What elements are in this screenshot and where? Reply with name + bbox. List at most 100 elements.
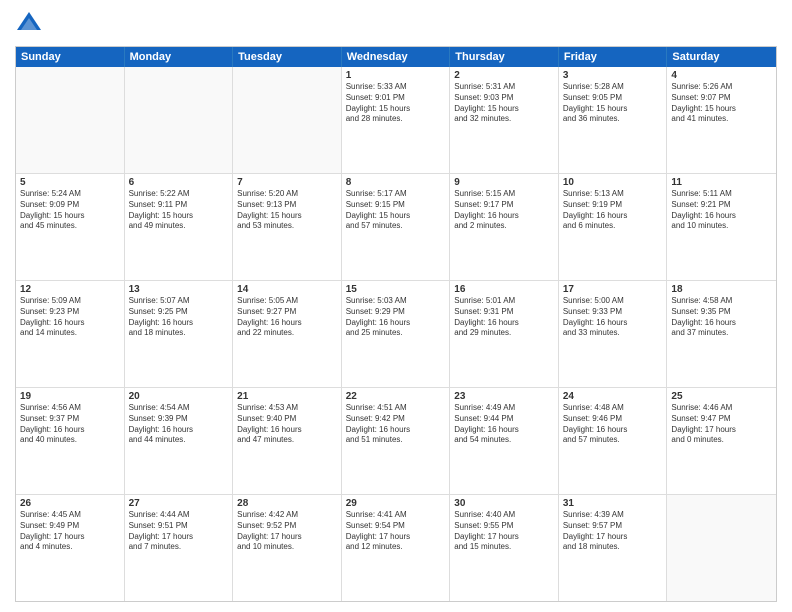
calendar-cell: 9Sunrise: 5:15 AM Sunset: 9:17 PM Daylig… [450, 174, 559, 280]
calendar-row: 5Sunrise: 5:24 AM Sunset: 9:09 PM Daylig… [16, 173, 776, 280]
calendar-cell: 14Sunrise: 5:05 AM Sunset: 9:27 PM Dayli… [233, 281, 342, 387]
calendar-cell: 16Sunrise: 5:01 AM Sunset: 9:31 PM Dayli… [450, 281, 559, 387]
calendar-cell: 21Sunrise: 4:53 AM Sunset: 9:40 PM Dayli… [233, 388, 342, 494]
calendar-cell: 25Sunrise: 4:46 AM Sunset: 9:47 PM Dayli… [667, 388, 776, 494]
calendar-cell: 7Sunrise: 5:20 AM Sunset: 9:13 PM Daylig… [233, 174, 342, 280]
day-number: 11 [671, 177, 772, 188]
calendar-cell: 31Sunrise: 4:39 AM Sunset: 9:57 PM Dayli… [559, 495, 668, 601]
cell-text: Sunrise: 5:00 AM Sunset: 9:33 PM Dayligh… [563, 296, 663, 339]
calendar-cell: 24Sunrise: 4:48 AM Sunset: 9:46 PM Dayli… [559, 388, 668, 494]
cell-text: Sunrise: 4:51 AM Sunset: 9:42 PM Dayligh… [346, 403, 446, 446]
calendar-cell: 11Sunrise: 5:11 AM Sunset: 9:21 PM Dayli… [667, 174, 776, 280]
calendar-header: SundayMondayTuesdayWednesdayThursdayFrid… [16, 47, 776, 67]
calendar-cell: 19Sunrise: 4:56 AM Sunset: 9:37 PM Dayli… [16, 388, 125, 494]
calendar-cell: 30Sunrise: 4:40 AM Sunset: 9:55 PM Dayli… [450, 495, 559, 601]
day-number: 20 [129, 391, 229, 402]
cell-text: Sunrise: 5:03 AM Sunset: 9:29 PM Dayligh… [346, 296, 446, 339]
day-number: 19 [20, 391, 120, 402]
calendar: SundayMondayTuesdayWednesdayThursdayFrid… [15, 46, 777, 602]
weekday-header: Tuesday [233, 47, 342, 67]
cell-text: Sunrise: 5:26 AM Sunset: 9:07 PM Dayligh… [671, 82, 772, 125]
calendar-cell [233, 67, 342, 173]
weekday-header: Wednesday [342, 47, 451, 67]
weekday-header: Monday [125, 47, 234, 67]
cell-text: Sunrise: 4:48 AM Sunset: 9:46 PM Dayligh… [563, 403, 663, 446]
calendar-cell: 26Sunrise: 4:45 AM Sunset: 9:49 PM Dayli… [16, 495, 125, 601]
cell-text: Sunrise: 5:31 AM Sunset: 9:03 PM Dayligh… [454, 82, 554, 125]
calendar-cell: 8Sunrise: 5:17 AM Sunset: 9:15 PM Daylig… [342, 174, 451, 280]
calendar-cell [16, 67, 125, 173]
calendar-cell: 1Sunrise: 5:33 AM Sunset: 9:01 PM Daylig… [342, 67, 451, 173]
cell-text: Sunrise: 4:39 AM Sunset: 9:57 PM Dayligh… [563, 510, 663, 553]
calendar-cell: 4Sunrise: 5:26 AM Sunset: 9:07 PM Daylig… [667, 67, 776, 173]
calendar-cell: 17Sunrise: 5:00 AM Sunset: 9:33 PM Dayli… [559, 281, 668, 387]
weekday-header: Saturday [667, 47, 776, 67]
calendar-cell [125, 67, 234, 173]
day-number: 13 [129, 284, 229, 295]
day-number: 26 [20, 498, 120, 509]
cell-text: Sunrise: 4:40 AM Sunset: 9:55 PM Dayligh… [454, 510, 554, 553]
cell-text: Sunrise: 4:58 AM Sunset: 9:35 PM Dayligh… [671, 296, 772, 339]
day-number: 1 [346, 70, 446, 81]
calendar-cell: 2Sunrise: 5:31 AM Sunset: 9:03 PM Daylig… [450, 67, 559, 173]
day-number: 4 [671, 70, 772, 81]
cell-text: Sunrise: 4:42 AM Sunset: 9:52 PM Dayligh… [237, 510, 337, 553]
page: SundayMondayTuesdayWednesdayThursdayFrid… [0, 0, 792, 612]
cell-text: Sunrise: 4:53 AM Sunset: 9:40 PM Dayligh… [237, 403, 337, 446]
calendar-cell: 27Sunrise: 4:44 AM Sunset: 9:51 PM Dayli… [125, 495, 234, 601]
calendar-cell: 22Sunrise: 4:51 AM Sunset: 9:42 PM Dayli… [342, 388, 451, 494]
cell-text: Sunrise: 4:56 AM Sunset: 9:37 PM Dayligh… [20, 403, 120, 446]
calendar-body: 1Sunrise: 5:33 AM Sunset: 9:01 PM Daylig… [16, 67, 776, 601]
day-number: 24 [563, 391, 663, 402]
cell-text: Sunrise: 5:33 AM Sunset: 9:01 PM Dayligh… [346, 82, 446, 125]
cell-text: Sunrise: 5:17 AM Sunset: 9:15 PM Dayligh… [346, 189, 446, 232]
day-number: 8 [346, 177, 446, 188]
cell-text: Sunrise: 4:49 AM Sunset: 9:44 PM Dayligh… [454, 403, 554, 446]
cell-text: Sunrise: 5:28 AM Sunset: 9:05 PM Dayligh… [563, 82, 663, 125]
calendar-cell: 29Sunrise: 4:41 AM Sunset: 9:54 PM Dayli… [342, 495, 451, 601]
calendar-cell: 15Sunrise: 5:03 AM Sunset: 9:29 PM Dayli… [342, 281, 451, 387]
calendar-cell: 23Sunrise: 4:49 AM Sunset: 9:44 PM Dayli… [450, 388, 559, 494]
cell-text: Sunrise: 5:15 AM Sunset: 9:17 PM Dayligh… [454, 189, 554, 232]
day-number: 23 [454, 391, 554, 402]
calendar-cell: 13Sunrise: 5:07 AM Sunset: 9:25 PM Dayli… [125, 281, 234, 387]
calendar-row: 26Sunrise: 4:45 AM Sunset: 9:49 PM Dayli… [16, 494, 776, 601]
header [15, 10, 777, 38]
day-number: 15 [346, 284, 446, 295]
cell-text: Sunrise: 4:44 AM Sunset: 9:51 PM Dayligh… [129, 510, 229, 553]
calendar-cell: 28Sunrise: 4:42 AM Sunset: 9:52 PM Dayli… [233, 495, 342, 601]
cell-text: Sunrise: 5:24 AM Sunset: 9:09 PM Dayligh… [20, 189, 120, 232]
day-number: 9 [454, 177, 554, 188]
calendar-cell: 12Sunrise: 5:09 AM Sunset: 9:23 PM Dayli… [16, 281, 125, 387]
cell-text: Sunrise: 5:07 AM Sunset: 9:25 PM Dayligh… [129, 296, 229, 339]
day-number: 7 [237, 177, 337, 188]
cell-text: Sunrise: 5:13 AM Sunset: 9:19 PM Dayligh… [563, 189, 663, 232]
day-number: 28 [237, 498, 337, 509]
day-number: 17 [563, 284, 663, 295]
day-number: 2 [454, 70, 554, 81]
day-number: 5 [20, 177, 120, 188]
weekday-header: Friday [559, 47, 668, 67]
calendar-cell: 6Sunrise: 5:22 AM Sunset: 9:11 PM Daylig… [125, 174, 234, 280]
day-number: 25 [671, 391, 772, 402]
cell-text: Sunrise: 5:05 AM Sunset: 9:27 PM Dayligh… [237, 296, 337, 339]
day-number: 3 [563, 70, 663, 81]
day-number: 10 [563, 177, 663, 188]
calendar-cell: 18Sunrise: 4:58 AM Sunset: 9:35 PM Dayli… [667, 281, 776, 387]
cell-text: Sunrise: 5:11 AM Sunset: 9:21 PM Dayligh… [671, 189, 772, 232]
calendar-row: 19Sunrise: 4:56 AM Sunset: 9:37 PM Dayli… [16, 387, 776, 494]
day-number: 29 [346, 498, 446, 509]
day-number: 16 [454, 284, 554, 295]
calendar-cell: 3Sunrise: 5:28 AM Sunset: 9:05 PM Daylig… [559, 67, 668, 173]
calendar-cell: 5Sunrise: 5:24 AM Sunset: 9:09 PM Daylig… [16, 174, 125, 280]
logo [15, 10, 47, 38]
cell-text: Sunrise: 4:46 AM Sunset: 9:47 PM Dayligh… [671, 403, 772, 446]
cell-text: Sunrise: 4:54 AM Sunset: 9:39 PM Dayligh… [129, 403, 229, 446]
day-number: 30 [454, 498, 554, 509]
day-number: 27 [129, 498, 229, 509]
calendar-row: 12Sunrise: 5:09 AM Sunset: 9:23 PM Dayli… [16, 280, 776, 387]
calendar-cell [667, 495, 776, 601]
cell-text: Sunrise: 5:09 AM Sunset: 9:23 PM Dayligh… [20, 296, 120, 339]
day-number: 31 [563, 498, 663, 509]
calendar-row: 1Sunrise: 5:33 AM Sunset: 9:01 PM Daylig… [16, 67, 776, 173]
